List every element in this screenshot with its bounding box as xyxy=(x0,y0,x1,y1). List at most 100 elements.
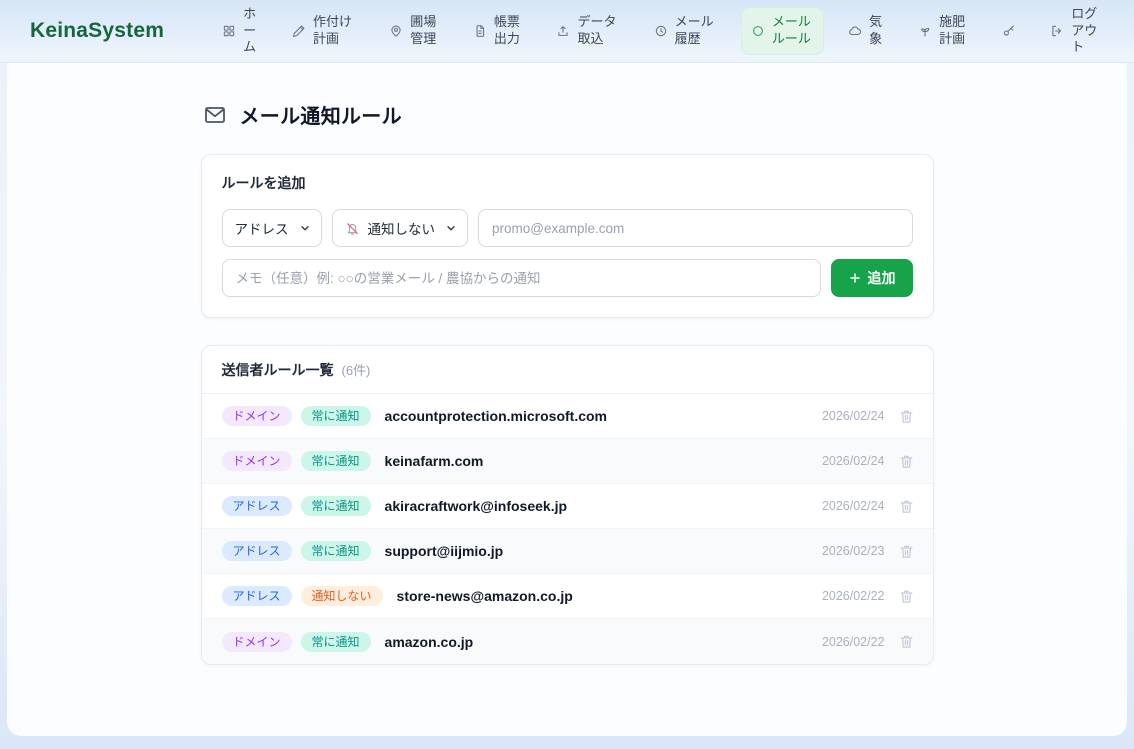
nav-item-weather[interactable]: 気象 xyxy=(838,7,893,55)
add-rule-card-title: ルールを追加 xyxy=(222,173,913,193)
rule-row-right: 2026/02/24 xyxy=(822,408,915,425)
add-rule-row-1: アドレス 通知しない xyxy=(222,209,913,247)
rule-type-select-value: アドレス xyxy=(235,218,289,238)
brand-logo[interactable]: KeinaSystem xyxy=(30,19,164,43)
rules-list-count: (6件) xyxy=(342,360,371,379)
trash-icon xyxy=(898,633,915,650)
nav-item-field-management[interactable]: 圃場管理 xyxy=(379,7,448,55)
sprout-icon xyxy=(918,24,932,38)
rule-date: 2026/02/22 xyxy=(822,589,885,603)
rules-list-card: 送信者ルール一覧 (6件) ドメイン 常に通知 accountprotectio… xyxy=(201,345,934,665)
rule-value: keinafarm.com xyxy=(385,453,484,469)
main-surface: メール通知ルール ルールを追加 アドレス 通知しない xyxy=(7,63,1127,736)
rule-type-badge: アドレス xyxy=(222,541,292,561)
trash-icon xyxy=(898,498,915,515)
rule-row-right: 2026/02/24 xyxy=(822,453,915,470)
nav-item-label: ホーム xyxy=(243,6,257,57)
trash-icon xyxy=(898,588,915,605)
rule-type-badge: ドメイン xyxy=(222,406,292,426)
rules-list-title: 送信者ルール一覧 xyxy=(222,360,334,380)
page-header: メール通知ルール xyxy=(201,100,934,129)
delete-rule-button[interactable] xyxy=(898,543,915,560)
address-input[interactable] xyxy=(478,209,913,247)
trash-icon xyxy=(898,408,915,425)
nav-item-label: 気象 xyxy=(869,14,883,48)
chevron-down-icon xyxy=(445,222,457,234)
pin-icon xyxy=(389,24,403,38)
delete-rule-button[interactable] xyxy=(898,588,915,605)
nav-item-label: 圃場管理 xyxy=(410,14,438,48)
key-icon xyxy=(1002,24,1016,38)
rule-row: アドレス 通知しない store-news@amazon.co.jp 2026/… xyxy=(202,574,933,619)
nav-item-fertilization-plan[interactable]: 施肥計画 xyxy=(908,7,977,55)
rule-row: ドメイン 常に通知 accountprotection.microsoft.co… xyxy=(202,394,933,439)
nav-item-mail-rules[interactable]: メールルール xyxy=(741,7,824,55)
rule-action-badge: 常に通知 xyxy=(301,451,371,471)
nav-item-label: ログアウト xyxy=(1071,6,1100,57)
rule-action-badge: 常に通知 xyxy=(301,496,371,516)
rule-value: accountprotection.microsoft.com xyxy=(385,408,607,424)
rule-action-badge: 常に通知 xyxy=(301,406,371,426)
nav-item-label: メール履歴 xyxy=(675,14,717,48)
rule-type-badge: ドメイン xyxy=(222,632,292,652)
nav-item-data-import[interactable]: データ取込 xyxy=(546,7,629,55)
rule-row-right: 2026/02/22 xyxy=(822,588,915,605)
add-rule-card: ルールを追加 アドレス 通知しない xyxy=(201,154,934,318)
page-content: メール通知ルール ルールを追加 アドレス 通知しない xyxy=(201,63,934,665)
rule-row: アドレス 常に通知 support@iijmio.jp 2026/02/23 xyxy=(202,529,933,574)
nav-item-label: 施肥計画 xyxy=(939,14,967,48)
plus-icon xyxy=(848,271,862,285)
delete-rule-button[interactable] xyxy=(898,498,915,515)
main-nav: ホーム 作付け計画 圃場管理 帳票出力 データ取込 メール履歴 メールルール 気象 施肥計画 ログ… xyxy=(212,0,1110,63)
delete-rule-button[interactable] xyxy=(898,633,915,650)
rule-row: ドメイン 常に通知 amazon.co.jp 2026/02/22 xyxy=(202,619,933,664)
cloud-icon xyxy=(848,24,862,38)
upload-icon xyxy=(556,24,570,38)
nav-item-logout[interactable]: ログアウト xyxy=(1040,0,1110,63)
chevron-down-icon xyxy=(299,222,311,234)
rule-date: 2026/02/24 xyxy=(822,499,885,513)
rule-action-badge: 常に通知 xyxy=(301,632,371,652)
memo-input[interactable] xyxy=(222,259,821,297)
rule-action-select[interactable]: 通知しない xyxy=(332,209,469,247)
rule-row-right: 2026/02/24 xyxy=(822,498,915,515)
pencil-icon xyxy=(292,24,306,38)
bell-muted-icon xyxy=(345,221,360,236)
rules-rows: ドメイン 常に通知 accountprotection.microsoft.co… xyxy=(202,394,933,664)
rule-row-right: 2026/02/22 xyxy=(822,633,915,650)
nav-item-label: メールルール xyxy=(772,14,814,48)
rule-value: amazon.co.jp xyxy=(385,634,474,650)
delete-rule-button[interactable] xyxy=(898,453,915,470)
add-rule-button-label: 追加 xyxy=(868,268,896,288)
nav-item-label: 作付け計画 xyxy=(313,14,355,48)
nav-item-mail-history[interactable]: メール履歴 xyxy=(644,7,727,55)
logout-icon xyxy=(1050,24,1064,38)
delete-rule-button[interactable] xyxy=(898,408,915,425)
rule-row: アドレス 常に通知 akiracraftwork@infoseek.jp 202… xyxy=(202,484,933,529)
file-icon xyxy=(473,24,487,38)
nav-item-report-output[interactable]: 帳票出力 xyxy=(463,7,532,55)
grid-icon xyxy=(222,24,236,38)
rules-list-header: 送信者ルール一覧 (6件) xyxy=(202,346,933,394)
rule-type-badge: ドメイン xyxy=(222,451,292,471)
rule-action-badge: 通知しない xyxy=(301,586,383,606)
rule-date: 2026/02/24 xyxy=(822,409,885,423)
rule-value: akiracraftwork@infoseek.jp xyxy=(385,498,568,514)
rule-type-badge: アドレス xyxy=(222,586,292,606)
rule-row-right: 2026/02/23 xyxy=(822,543,915,560)
ring-icon xyxy=(751,24,765,38)
nav-item-key[interactable] xyxy=(992,17,1026,45)
page-title: メール通知ルール xyxy=(240,100,402,129)
nav-item-label: 帳票出力 xyxy=(494,14,522,48)
nav-item-label: データ取込 xyxy=(577,14,619,48)
app-root: KeinaSystem ホーム作付け計画圃場管理帳票出力データ取込メール履歴メー… xyxy=(0,0,1134,736)
rule-value: support@iijmio.jp xyxy=(385,543,504,559)
rule-type-select[interactable]: アドレス xyxy=(222,209,322,247)
nav-item-home[interactable]: ホーム xyxy=(212,0,267,63)
rule-date: 2026/02/24 xyxy=(822,454,885,468)
add-rule-row-2: 追加 xyxy=(222,259,913,297)
trash-icon xyxy=(898,453,915,470)
rule-value: store-news@amazon.co.jp xyxy=(397,588,573,604)
nav-item-planting-plan[interactable]: 作付け計画 xyxy=(282,7,365,55)
add-rule-button[interactable]: 追加 xyxy=(831,259,913,297)
